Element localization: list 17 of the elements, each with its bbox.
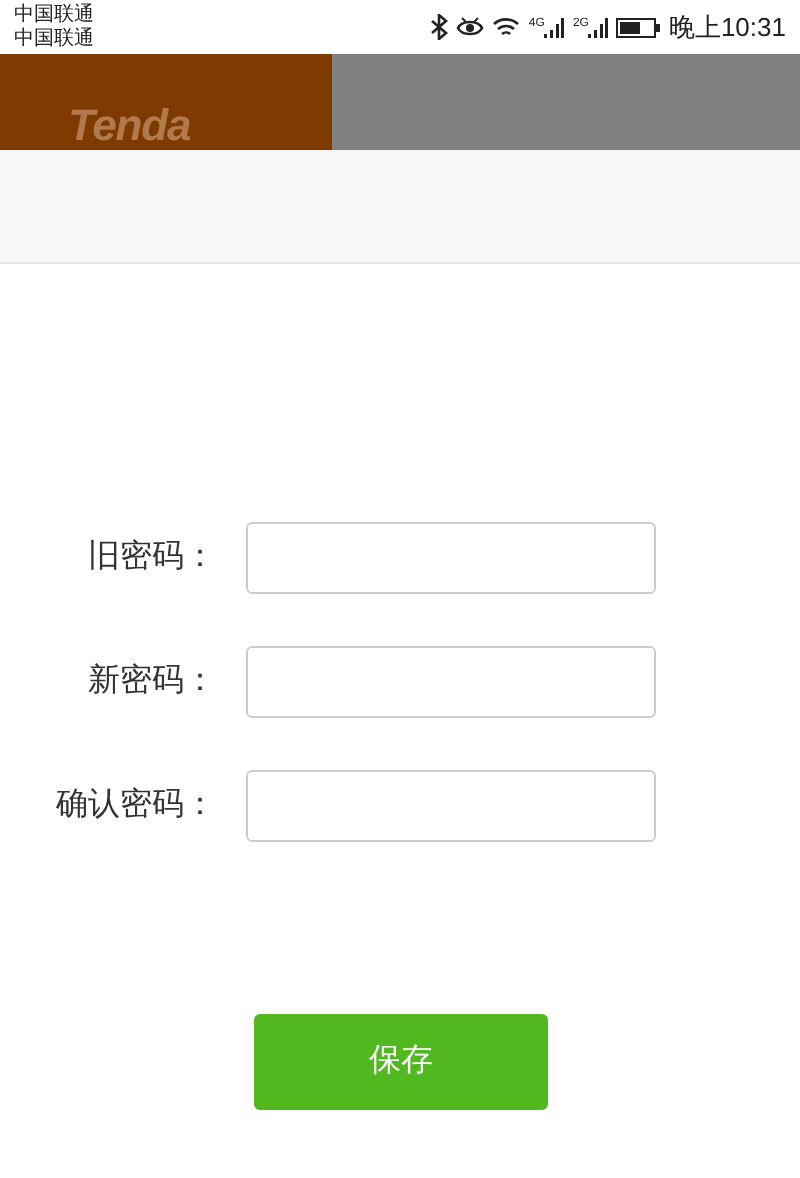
eye-icon bbox=[456, 16, 485, 38]
carrier-name: 中国联通 bbox=[14, 3, 94, 27]
signal-icon bbox=[544, 17, 565, 37]
bluetooth-icon bbox=[430, 14, 449, 40]
password-field[interactable] bbox=[246, 770, 656, 842]
password-field[interactable] bbox=[246, 646, 656, 718]
password-field[interactable] bbox=[246, 522, 656, 594]
save-button[interactable]: 保存 bbox=[254, 1014, 548, 1110]
carrier-name: 中国联通 bbox=[14, 27, 94, 51]
field-label: 旧密码： bbox=[86, 537, 218, 578]
signal-icon bbox=[588, 17, 609, 37]
status-time: 晚上10:31 bbox=[668, 9, 786, 46]
battery-icon bbox=[616, 17, 661, 37]
logo-text: Tenda bbox=[68, 102, 191, 150]
wifi-icon bbox=[492, 16, 521, 38]
field-label: 新密码： bbox=[86, 661, 218, 702]
field-label: 确认密码： bbox=[54, 785, 218, 826]
